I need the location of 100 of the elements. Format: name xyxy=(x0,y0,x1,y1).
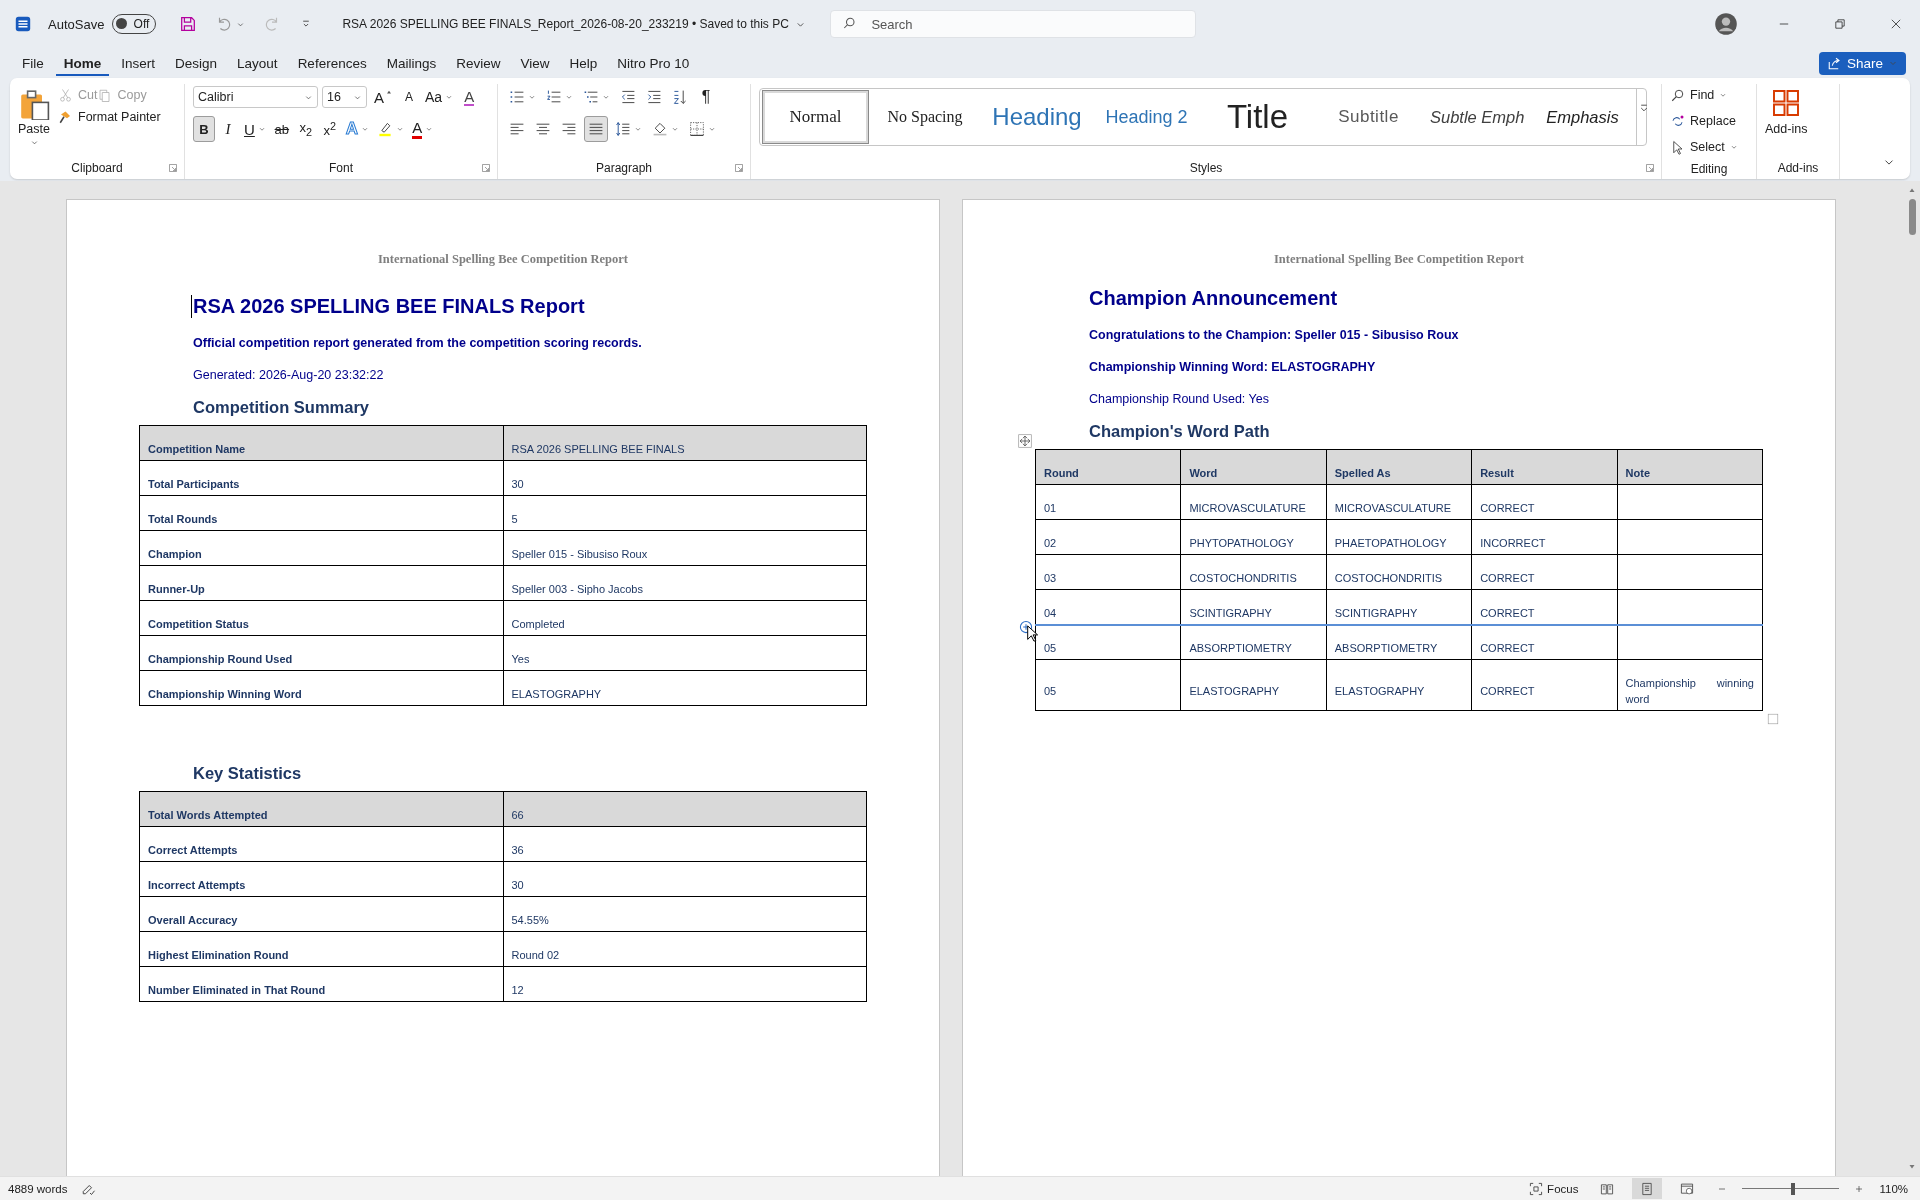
select-button[interactable]: Select xyxy=(1670,136,1738,158)
table-cell: ABSORPTIOMETRY xyxy=(1334,642,1438,655)
format-painter-button[interactable]: Format Painter xyxy=(58,106,161,128)
section-heading: Key Statistics xyxy=(193,764,303,783)
column-header: Total Words Attempted xyxy=(139,791,503,827)
table-cell: CORRECT xyxy=(1480,642,1535,655)
table-cell: ABSORPTIOMETRY xyxy=(1189,642,1292,655)
word-count[interactable]: 4889 words xyxy=(8,1182,68,1195)
zoom-level[interactable]: 110% xyxy=(1879,1182,1908,1195)
column-header: Competition Name xyxy=(139,425,503,461)
table-cell: Championship Round Used xyxy=(148,653,293,665)
menu-tab[interactable]: Layout xyxy=(229,50,286,76)
menu-tab[interactable]: View xyxy=(512,50,558,76)
menu-tab[interactable]: Review xyxy=(448,50,509,76)
body-text: Official competition report generated from the competition scoring records. xyxy=(193,336,643,350)
menu-tab[interactable]: Home xyxy=(55,50,110,76)
table-cell: 30 xyxy=(511,879,524,891)
menu-tab[interactable]: References xyxy=(289,50,375,76)
menu-tab[interactable]: Design xyxy=(167,50,226,76)
replace-button[interactable]: Replace xyxy=(1670,110,1736,132)
clear-formatting-button[interactable]: A xyxy=(458,84,481,110)
menu-tab[interactable]: File xyxy=(14,50,52,76)
table-cell: 30 xyxy=(511,478,524,490)
subscript-button[interactable]: x$_{2}$ xyxy=(294,116,317,142)
table-cell: Correct Attempts xyxy=(148,844,238,856)
table-cell: ELASTOGRAPHY xyxy=(1334,685,1425,697)
table-cell: Speller 015 - Sibusiso Roux xyxy=(511,548,648,560)
table-cell: CORRECT xyxy=(1480,502,1535,514)
table-cell: Champion xyxy=(148,548,202,560)
shrink-font-button[interactable]: A xyxy=(398,84,420,110)
body-text: Generated: 2026-Aug-20 23:32:22 xyxy=(193,368,385,382)
superscript-button[interactable]: x$^{2}$ xyxy=(318,116,341,142)
table-cell: Total Participants xyxy=(148,478,240,490)
table-cell-text: Championship winning word xyxy=(1625,676,1754,707)
focus-button[interactable]: Focus xyxy=(1525,1178,1583,1199)
page-header: International Spelling Bee Competition Report xyxy=(377,252,629,267)
document-title: RSA 2026 SPELLING BEE FINALS Report xyxy=(191,295,585,318)
table-cell: Championship Winning Word xyxy=(148,688,302,700)
column-header: RSA 2026 SPELLING BEE FINALS xyxy=(503,425,867,461)
menu-tab[interactable]: Mailings xyxy=(378,50,445,76)
style-option[interactable]: Normal xyxy=(762,90,869,144)
group-label: Clipboard xyxy=(71,161,123,175)
table-cell: 05 xyxy=(1044,642,1057,655)
table-cell: MICROVASCULATURE xyxy=(1189,502,1306,514)
group-label: Font xyxy=(329,161,353,175)
style-option[interactable]: Subtitle xyxy=(1315,90,1422,144)
table-cell: COSTOCHONDRITIS xyxy=(1334,572,1443,584)
style-option[interactable]: Heading xyxy=(981,90,1093,144)
table-cell: CORRECT xyxy=(1480,606,1535,619)
paste-button[interactable]: Paste xyxy=(18,84,50,147)
table-cell: SCINTIGRAPHY xyxy=(1334,606,1418,619)
table-cell: 04 xyxy=(1044,606,1057,619)
style-option[interactable]: No Spacing xyxy=(869,90,981,144)
group-label: Paragraph xyxy=(595,161,652,175)
column-header: Spelled As xyxy=(1326,449,1472,485)
add-ins-button[interactable]: Add-ins xyxy=(1765,88,1808,136)
font-size-field[interactable]: 16 xyxy=(322,86,367,108)
italic-button[interactable]: I xyxy=(217,116,239,142)
table-cell: Runner-Up xyxy=(148,583,205,595)
table-cell: 01 xyxy=(1044,502,1057,514)
style-option[interactable]: Heading 2 xyxy=(1093,90,1200,144)
bold-button[interactable]: B xyxy=(193,116,215,142)
table-cell: 36 xyxy=(511,844,524,856)
change-case-button[interactable]: Aa xyxy=(422,84,457,110)
table-cell: INCORRECT xyxy=(1480,537,1546,549)
style-option[interactable]: Emphasis xyxy=(1529,90,1636,144)
page-header: International Spelling Bee Competition Report xyxy=(1273,252,1525,267)
column-header: 66 xyxy=(503,791,867,827)
column-header: Result xyxy=(1471,449,1618,485)
table-cell: MICROVASCULATURE xyxy=(1334,502,1452,514)
font-name-field[interactable]: Calibri xyxy=(193,86,318,108)
menu-tab[interactable]: Nitro Pro 10 xyxy=(609,50,698,76)
table-cell: 5 xyxy=(511,513,518,525)
style-option[interactable]: Title xyxy=(1200,90,1315,144)
find-button[interactable]: Find xyxy=(1670,84,1728,106)
show-marks-button[interactable]: ¶ xyxy=(695,84,717,110)
strikethrough-button[interactable]: ab xyxy=(270,116,293,142)
underline-button[interactable]: U xyxy=(241,116,269,142)
search-field[interactable]: Search xyxy=(830,10,1197,38)
table-cell: 02 xyxy=(1044,537,1057,549)
table-cell: Speller 003 - Sipho Jacobs xyxy=(511,583,643,595)
table-cell: ELASTOGRAPHY xyxy=(511,688,602,700)
table-cell: Round 02 xyxy=(511,949,560,961)
font-color-button[interactable]: A xyxy=(409,116,437,142)
document-title[interactable]: RSA 2026 SPELLING BEE FINALS_Report_2026-08-20_233219 • Saved to this PC xyxy=(342,17,823,31)
body-text: Championship Winning Word: ELASTOGRAPHY xyxy=(1089,360,1377,374)
share-button[interactable]: Share xyxy=(1818,51,1906,75)
section-heading: Champion's Word Path xyxy=(1089,422,1271,441)
menu-tab[interactable]: Help xyxy=(561,50,606,76)
autosave-label: AutoSave xyxy=(48,16,105,32)
group-label: Editing xyxy=(1690,161,1728,176)
table-cell: ELASTOGRAPHY xyxy=(1189,685,1280,697)
table-cell: Overall Accuracy xyxy=(148,914,238,926)
table-cell: Incorrect Attempts xyxy=(148,879,246,891)
column-header: Word xyxy=(1180,449,1327,485)
table-cell: Completed xyxy=(511,618,565,630)
style-option[interactable]: Subtle Emph xyxy=(1422,90,1529,144)
document-title: Champion Announcement xyxy=(1089,287,1338,310)
grow-font-button[interactable]: A xyxy=(371,84,396,110)
menu-tab[interactable]: Insert xyxy=(113,50,164,76)
